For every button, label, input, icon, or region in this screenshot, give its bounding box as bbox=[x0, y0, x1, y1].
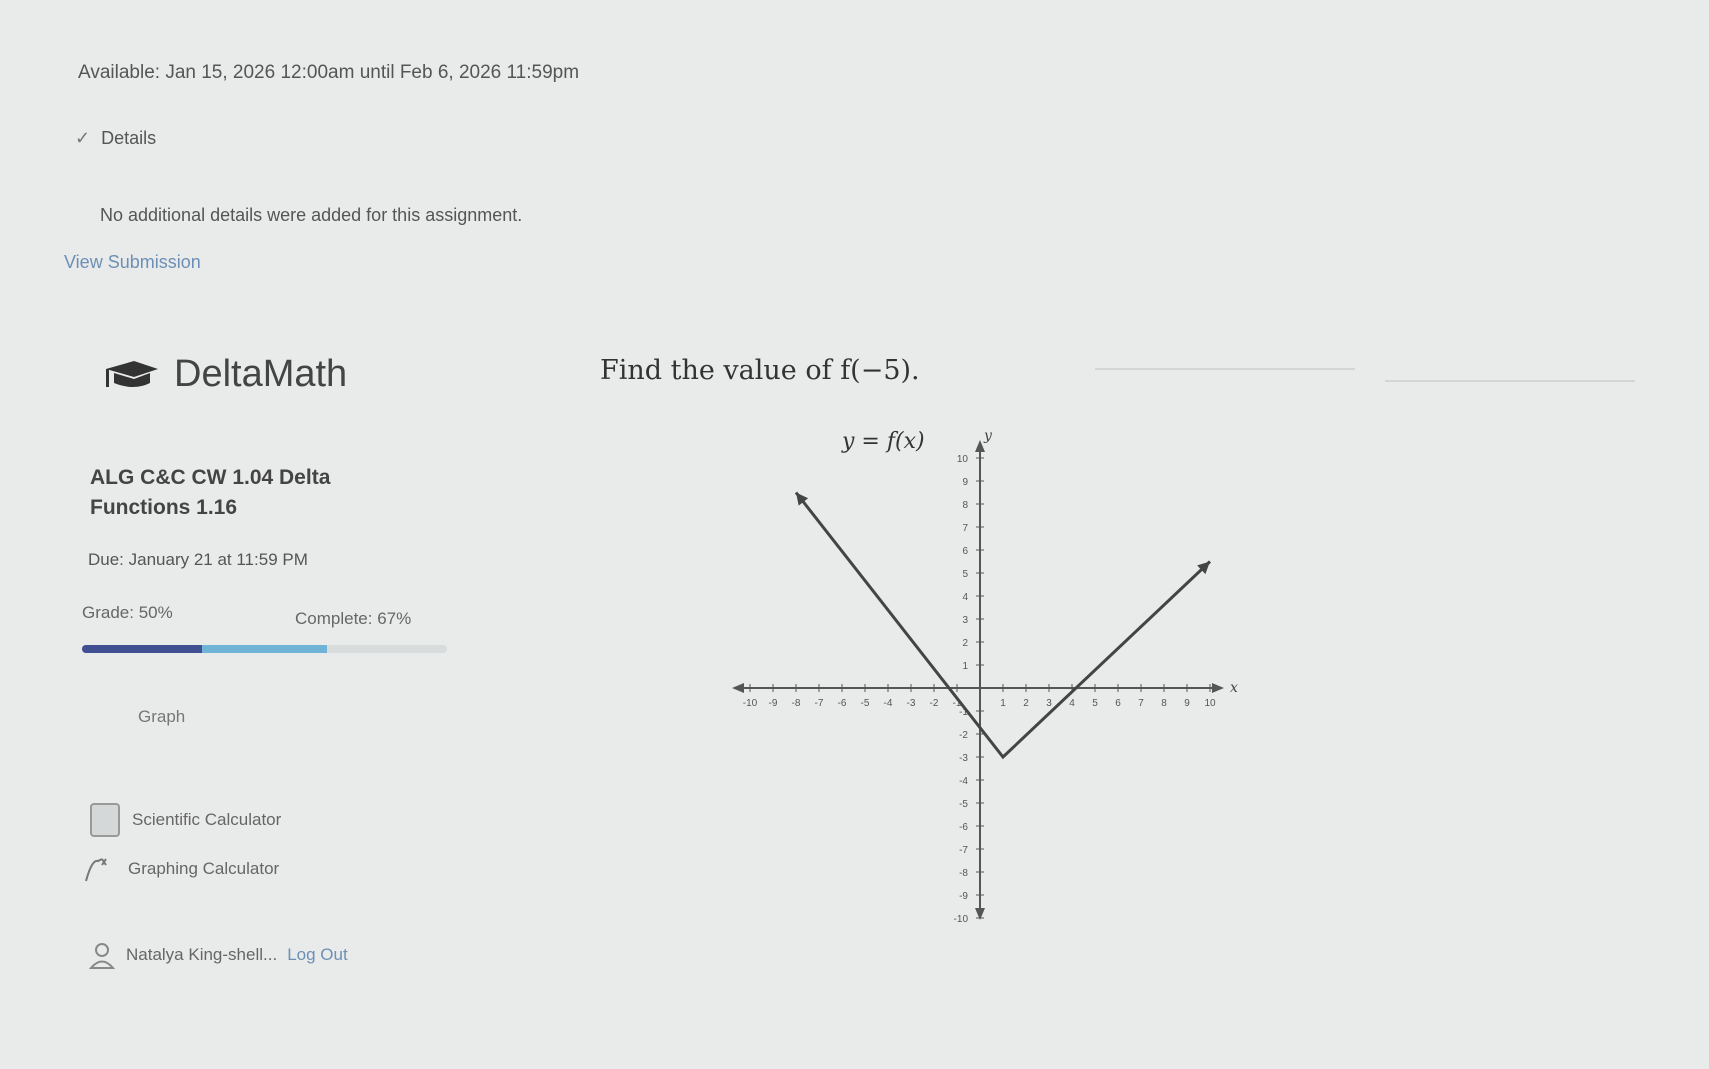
graphing-calculator-button[interactable]: Graphing Calculator bbox=[82, 855, 279, 883]
x-tick-label: 4 bbox=[1069, 698, 1075, 709]
y-tick-label: -7 bbox=[959, 845, 968, 856]
graduation-cap-icon bbox=[106, 360, 158, 387]
graph-svg: -10 -9 -8 -7 -6 -5 -4 -3 -2 -1 1 2 3 4 5 6 7 8 9 10-10-9-8-… bbox=[732, 428, 1238, 925]
x-tick-label: -4 bbox=[884, 698, 893, 709]
calculator-icon bbox=[90, 803, 120, 837]
x-tick-label: -2 bbox=[930, 698, 939, 709]
x-tick-label: -10 bbox=[743, 698, 758, 709]
logout-link[interactable]: Log Out bbox=[287, 945, 348, 965]
x-tick-label: 6 bbox=[1115, 698, 1121, 709]
y-tick-label: 4 bbox=[962, 592, 968, 603]
view-submission-link[interactable]: View Submission bbox=[64, 252, 201, 273]
x-tick-label: -9 bbox=[769, 698, 778, 709]
graph-link[interactable]: Graph bbox=[138, 707, 185, 727]
logo-text: DeltaMath bbox=[174, 353, 348, 395]
user-icon bbox=[88, 943, 116, 969]
y-tick-label: 10 bbox=[957, 454, 969, 465]
y-tick-label: -6 bbox=[959, 822, 968, 833]
progress-bar bbox=[82, 645, 447, 653]
x-tick-label: -7 bbox=[815, 698, 824, 709]
x-tick-label: 8 bbox=[1161, 698, 1167, 709]
deltamath-panel: DeltaMath ALG C&C CW 1.04 Delta Function… bbox=[60, 335, 1620, 1035]
y-tick-label: -8 bbox=[959, 868, 968, 879]
grade-text: Grade: 50% bbox=[82, 603, 173, 622]
x-tick-label: -3 bbox=[907, 698, 916, 709]
y-tick-label: 3 bbox=[962, 615, 968, 626]
y-tick-label: 6 bbox=[962, 546, 968, 557]
x-tick-label: -6 bbox=[838, 698, 847, 709]
y-tick-label: -3 bbox=[959, 753, 968, 764]
x-tick-label: 3 bbox=[1046, 698, 1052, 709]
deltamath-logo: DeltaMath bbox=[100, 353, 347, 396]
details-text: No additional details were added for thi… bbox=[100, 205, 523, 225]
user-name: Natalya King-shell... bbox=[126, 945, 278, 964]
sci-calc-label: Scientific Calculator bbox=[132, 810, 282, 829]
x-tick-label: 1 bbox=[1000, 698, 1006, 709]
y-tick-label: -4 bbox=[959, 776, 968, 787]
availability-text: Available: Jan 15, 2026 12:00am until Fe… bbox=[78, 62, 580, 83]
user-info: Natalya King-shell... Log Out bbox=[88, 941, 348, 969]
graph-calc-label: Graphing Calculator bbox=[128, 859, 280, 878]
x-tick-label: 10 bbox=[1204, 698, 1216, 709]
chart-title: y = f(x) bbox=[841, 429, 925, 454]
y-tick-label: -9 bbox=[959, 891, 968, 902]
x-tick-label: 5 bbox=[1092, 698, 1098, 709]
grade-progress-fill bbox=[82, 645, 203, 653]
x-axis-arrow-left bbox=[732, 683, 744, 693]
function-graph: -10 -9 -8 -7 -6 -5 -4 -3 -2 -1 1 2 3 4 5 6 7 8 9 10 -10 -9 -8-… bbox=[720, 408, 1240, 928]
chevron-down-icon: ✓ bbox=[75, 128, 91, 148]
x-tick-label: 7 bbox=[1138, 698, 1144, 709]
x-tick-label: 2 bbox=[1023, 698, 1029, 709]
y-axis-label: y bbox=[983, 428, 993, 444]
function-icon bbox=[85, 858, 107, 882]
top-bar bbox=[0, 0, 1709, 40]
y-tick-label: -2 bbox=[959, 730, 968, 741]
y-tick-label: 2 bbox=[962, 638, 968, 649]
y-tick-label: -10 bbox=[954, 914, 969, 925]
details-toggle[interactable]: ✓ Details bbox=[75, 128, 156, 149]
x-axis-arrow-right bbox=[1212, 683, 1224, 693]
x-tick-label: 9 bbox=[1184, 698, 1190, 709]
y-tick-label: 8 bbox=[962, 500, 968, 511]
y-tick-label: -5 bbox=[959, 799, 968, 810]
x-tick-label: -5 bbox=[861, 698, 870, 709]
function-curve bbox=[794, 491, 1212, 760]
y-tick-label: 9 bbox=[962, 477, 968, 488]
complete-text: Complete: 67% bbox=[295, 609, 412, 628]
scientific-calculator-button[interactable]: Scientific Calculator bbox=[90, 803, 281, 837]
due-date: Due: January 21 at 11:59 PM bbox=[88, 550, 308, 569]
assignment-title: ALG C&C CW 1.04 Delta Functions 1.16 bbox=[90, 466, 331, 519]
x-tick-label: -8 bbox=[792, 698, 801, 709]
y-tick-label: 5 bbox=[962, 569, 968, 580]
details-label: Details bbox=[101, 128, 157, 148]
x-axis-label: x bbox=[1230, 680, 1238, 696]
question-prompt: Find the value of f(−5). bbox=[600, 355, 920, 386]
y-tick-label: 7 bbox=[962, 523, 968, 534]
y-tick-label: 1 bbox=[962, 661, 968, 672]
